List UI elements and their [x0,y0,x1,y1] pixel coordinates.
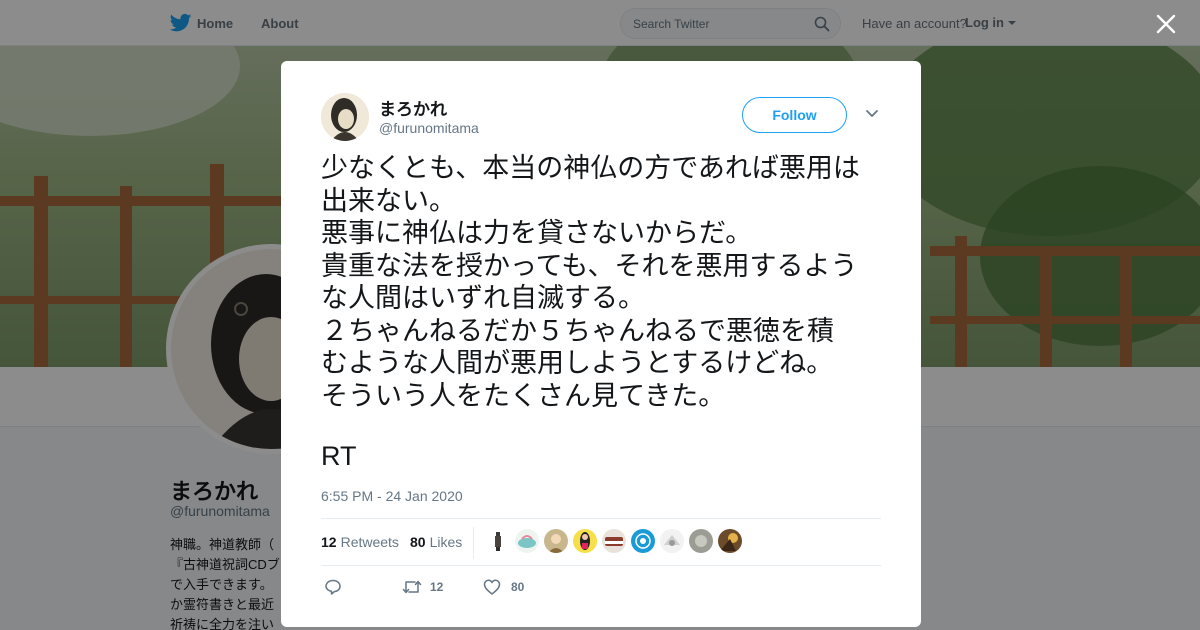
retweets-stat[interactable]: 12 Retweets [321,534,399,550]
reply-icon [325,579,341,595]
liker-avatar[interactable] [689,529,713,553]
likes-label: Likes [429,534,463,550]
liker-avatar[interactable] [660,529,684,553]
likes-stat[interactable]: 80 Likes [410,534,462,550]
liker-avatar[interactable] [544,529,568,553]
stats-divider [473,527,474,559]
liker-avatar[interactable] [631,529,655,553]
liker-avatar-image [548,534,564,553]
close-icon[interactable] [1155,13,1177,35]
retweet-action-count: 12 [430,580,444,594]
liker-avatar-image [605,537,623,546]
author-handle[interactable]: @furunomitama [379,120,479,136]
tweet-text-line: 少なくとも、本当の神仏の方であれば悪用は [321,153,860,184]
liker-avatar-image [695,535,707,547]
chevron-down-icon[interactable] [865,109,879,119]
tweet-text-line: な人間はいずれ自滅する。 [321,283,645,314]
author-avatar[interactable] [321,93,369,141]
retweet-icon [402,580,422,594]
liker-avatar[interactable] [515,529,539,553]
retweets-label: Retweets [340,534,399,550]
tweet-rt-text: RT [321,441,357,471]
like-action[interactable]: 80 [483,578,543,598]
liker-avatar[interactable] [718,529,742,553]
tweet-text-line: むような人間が悪用しようとするけどね。 [321,348,834,379]
author-avatar-illustration [321,93,369,141]
liker-avatar[interactable] [573,529,597,553]
liker-avatar[interactable] [602,529,626,553]
heart-icon [483,579,501,595]
liker-avatar-image [518,535,536,548]
tweet-stats: 12 Retweets 80 Likes [321,518,881,566]
retweets-count: 12 [321,534,337,550]
author-name[interactable]: まろかれ [379,95,447,120]
tweet-text-line: 出来ない。 [321,185,456,217]
reply-action[interactable] [324,578,384,598]
tweet-modal: まろかれ @furunomitama Follow 少なくとも、本当の神仏の方で… [281,61,921,627]
liker-avatar-image [664,535,680,546]
liker-avatar-image [720,533,738,551]
liker-avatar[interactable] [486,529,510,553]
liker-avatar-image [635,533,651,549]
tweet-text-line: 悪事に神仏は力を貸さないからだ。 [321,218,753,249]
like-action-count: 80 [511,580,525,594]
tweet-timestamp[interactable]: 6:55 PM - 24 Jan 2020 [321,488,463,504]
tweet-text-line: ２ちゃんねるだか５ちゃんねるで悪徳を積 [321,315,834,347]
likes-count: 80 [410,534,426,550]
tweet-text-line: そういう人をたくさん見てきた。 [321,380,726,412]
tweet-text-line: 貴重な法を授かっても、それを悪用するよう [321,250,858,282]
retweet-action[interactable]: 12 [402,578,462,598]
tweet-text: 少なくとも、本当の神仏の方であれば悪用は 出来ない。 悪事に神仏は力を貸さないか… [321,153,886,413]
liker-avatar-image [580,532,590,550]
liker-avatar-image [495,532,501,551]
follow-button[interactable]: Follow [742,97,847,133]
